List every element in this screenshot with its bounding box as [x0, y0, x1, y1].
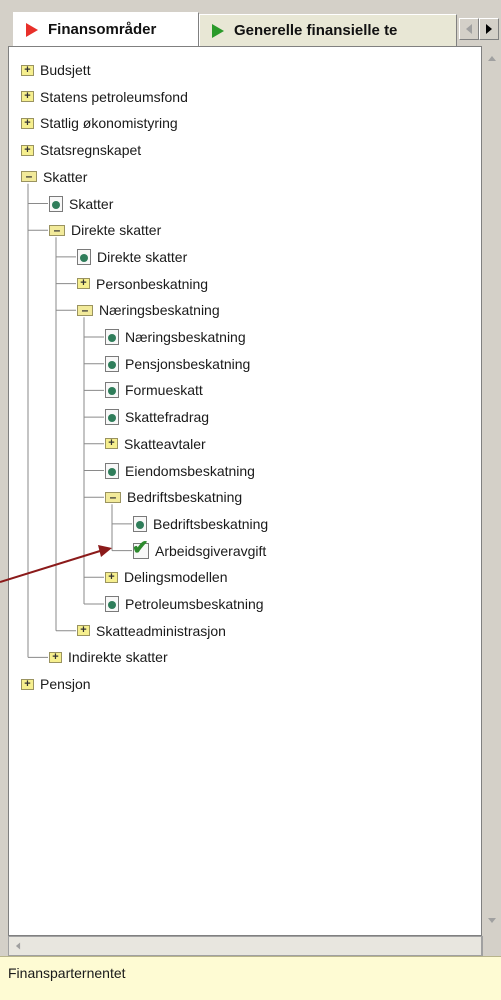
- tree-node-label: Budsjett: [40, 62, 91, 78]
- tab-finansomrader[interactable]: Finansområder: [13, 12, 199, 46]
- tree-node-label: Bedriftsbeskatning: [153, 515, 269, 532]
- tree-node-label: Arbeidsgiveravgift: [155, 542, 267, 559]
- expand-folder-icon: +: [21, 117, 34, 129]
- tree-node-skatteadministrasjon[interactable]: + Skatteadministrasjon: [77, 620, 226, 642]
- document-icon: [77, 248, 91, 265]
- tree-node-label: Direkte skatter: [71, 222, 162, 239]
- tree-node-label: Næringsbeskatning: [99, 302, 220, 319]
- document-icon: [105, 462, 119, 479]
- expand-folder-icon: +: [77, 625, 90, 637]
- tree-node-personbeskatning[interactable]: + Personbeskatning: [77, 273, 208, 295]
- tab-label: Finansområder: [48, 21, 157, 38]
- tree-node-statens-petroleumsfond[interactable]: + Statens petroleumsfond: [21, 86, 188, 108]
- expand-folder-icon: +: [105, 571, 118, 583]
- chevron-right-icon: [486, 24, 492, 34]
- expand-folder-icon: +: [21, 144, 34, 156]
- tree-node-statlig-økonomistyring[interactable]: + Statlig økonomistyring: [21, 112, 178, 134]
- tree-node-label: Personbeskatning: [96, 275, 209, 292]
- tree-view[interactable]: + Budsjett + Statens petroleumsfond + Statlig…: [8, 46, 482, 936]
- tree-node-label: Skatter: [69, 195, 114, 212]
- tree-node-petroleumsbeskatning[interactable]: Petroleumsbeskatning: [105, 593, 264, 615]
- tree-node-label: Eiendomsbeskatning: [125, 462, 255, 479]
- tree-node-næringsbeskatning[interactable]: Næringsbeskatning: [105, 326, 246, 348]
- tree-node-eiendomsbeskatning[interactable]: Eiendomsbeskatning: [105, 460, 255, 482]
- expand-folder-icon: +: [77, 278, 90, 290]
- open-folder-icon: –: [77, 304, 93, 316]
- tab-scroll-right-button[interactable]: [479, 18, 499, 40]
- tree-node-label: Skattefradrag: [125, 409, 210, 426]
- tree-node-indirekte-skatter[interactable]: + Indirekte skatter: [49, 646, 168, 668]
- expand-folder-icon: +: [21, 64, 34, 76]
- tree-node-pensjon[interactable]: + Pensjon: [21, 673, 91, 695]
- document-icon: [105, 596, 119, 612]
- tree-node-pensjonsbeskatning[interactable]: Pensjonsbeskatning: [105, 353, 250, 375]
- chevron-up-icon: [488, 55, 496, 61]
- tree-node-label: Pensjon: [40, 676, 91, 693]
- check-glyph: ✔: [132, 536, 149, 559]
- tree-node-label: Skatteavtaler: [124, 435, 206, 452]
- document-icon: [105, 409, 119, 426]
- tree-node-label: Næringsbeskatning: [125, 329, 246, 345]
- tree-node-skatter[interactable]: Skatter: [49, 193, 113, 215]
- tree-node-formueskatt[interactable]: Formueskatt: [105, 379, 203, 401]
- scroll-up-button[interactable]: [484, 50, 500, 66]
- size-grip[interactable]: [482, 936, 501, 956]
- tree-node-label: Delingsmodellen: [124, 569, 228, 586]
- checkmark-icon: ✔: [132, 538, 149, 559]
- horizontal-scrollbar[interactable]: [8, 936, 482, 956]
- chevron-down-icon: [488, 917, 496, 923]
- red-play-icon: [26, 22, 38, 37]
- expand-folder-icon: +: [49, 651, 62, 663]
- scroll-left-button[interactable]: [9, 937, 27, 955]
- status-bar: Finansparternentet: [0, 956, 501, 1000]
- tab-strip: Finansområder Generelle finansielle te: [0, 0, 501, 48]
- tree-node-label: Statens petroleumsfond: [40, 88, 188, 105]
- chevron-left-icon: [15, 942, 21, 950]
- tree-node-label: Petroleumsbeskatning: [125, 596, 264, 612]
- tree-node-skatteavtaler[interactable]: + Skatteavtaler: [105, 433, 206, 455]
- document-icon: [105, 329, 119, 345]
- expand-folder-icon: +: [21, 91, 34, 103]
- tree-node-label: Formueskatt: [125, 382, 203, 399]
- tree-node-statsregnskapet[interactable]: + Statsregnskapet: [21, 139, 141, 161]
- tree-node-skatter[interactable]: – Skatter: [21, 166, 87, 188]
- tree-node-label: Statlig økonomistyring: [40, 115, 178, 132]
- tree-node-label: Skatteadministrasjon: [96, 622, 226, 639]
- document-icon: [105, 382, 119, 399]
- tree-node-arbeidsgiveravgift[interactable]: ✔ Arbeidsgiveravgift: [132, 538, 267, 562]
- tab-label: Generelle finansielle te: [234, 22, 398, 39]
- status-text: Finansparternentet: [8, 965, 126, 981]
- document-icon: [133, 515, 147, 532]
- open-folder-icon: –: [21, 170, 37, 183]
- tree-node-label: Pensjonsbeskatning: [125, 355, 251, 372]
- tree-node-label: Skatter: [43, 168, 88, 185]
- open-folder-icon: –: [49, 224, 65, 236]
- tab-scroll-left-button[interactable]: [459, 18, 479, 40]
- app-window: Finansområder Generelle finansielle te +…: [0, 0, 501, 1000]
- tree-node-label: Bedriftsbeskatning: [127, 489, 243, 506]
- tab-generelle-finansielle[interactable]: Generelle finansielle te: [199, 14, 457, 46]
- open-folder-icon: –: [105, 491, 121, 503]
- tree-node-bedriftsbeskatning[interactable]: – Bedriftsbeskatning: [105, 486, 242, 508]
- tree-node-direkte-skatter[interactable]: Direkte skatter: [77, 246, 187, 268]
- tree-node-bedriftsbeskatning[interactable]: Bedriftsbeskatning: [133, 513, 268, 535]
- tree-node-delingsmodellen[interactable]: + Delingsmodellen: [105, 566, 228, 588]
- tree-node-direkte-skatter[interactable]: – Direkte skatter: [49, 219, 161, 241]
- tree-node-label: Indirekte skatter: [68, 649, 168, 666]
- green-play-icon: [212, 23, 224, 38]
- document-icon: [105, 355, 119, 372]
- tree-node-næringsbeskatning[interactable]: – Næringsbeskatning: [77, 299, 220, 321]
- expand-folder-icon: +: [105, 438, 118, 450]
- tree-node-label: Direkte skatter: [97, 248, 188, 265]
- document-icon: [49, 195, 63, 212]
- expand-folder-icon: +: [21, 678, 34, 690]
- chevron-left-icon: [466, 24, 472, 34]
- scroll-down-button[interactable]: [484, 912, 500, 928]
- tree-node-skattefradrag[interactable]: Skattefradrag: [105, 406, 209, 428]
- tree-node-budsjett[interactable]: + Budsjett: [21, 59, 91, 81]
- tree-node-label: Statsregnskapet: [40, 142, 142, 159]
